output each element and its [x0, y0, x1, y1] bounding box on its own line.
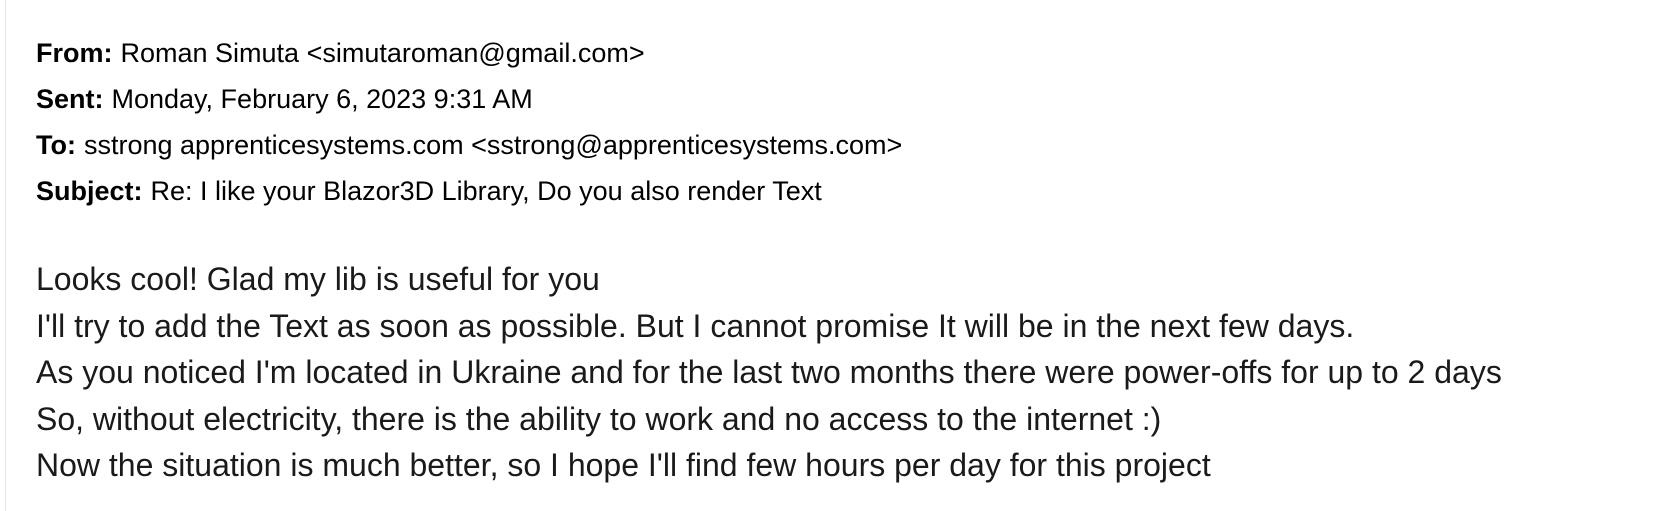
- email-body: Looks cool! Glad my lib is useful for yo…: [36, 256, 1656, 489]
- sent-header: Sent: Monday, February 6, 2023 9:31 AM: [36, 76, 1436, 122]
- from-value: Roman Simuta <simutaroman@gmail.com>: [120, 38, 645, 68]
- email-headers: From: Roman Simuta <simutaroman@gmail.com…: [36, 30, 1436, 214]
- body-line: Now the situation is much better, so I h…: [36, 447, 1211, 483]
- subject-value: Re: I like your Blazor3D Library, Do you…: [150, 176, 822, 206]
- body-line: As you noticed I'm located in Ukraine an…: [36, 354, 1502, 390]
- body-line: Looks cool! Glad my lib is useful for yo…: [36, 261, 600, 297]
- subject-header: Subject: Re: I like your Blazor3D Library…: [36, 168, 1436, 214]
- sent-value: Monday, February 6, 2023 9:31 AM: [111, 84, 533, 114]
- email-message: From: Roman Simuta <simutaroman@gmail.com…: [5, 0, 1665, 511]
- from-label: From:: [36, 38, 113, 68]
- to-value: sstrong apprenticesystems.com <sstrong@a…: [83, 130, 903, 160]
- body-line: So, without electricity, there is the ab…: [36, 400, 1162, 437]
- sent-label: Sent:: [36, 84, 104, 114]
- subject-label: Subject:: [36, 176, 143, 206]
- from-header: From: Roman Simuta <simutaroman@gmail.com…: [36, 30, 1436, 76]
- body-line: I'll try to add the Text as soon as poss…: [36, 307, 1355, 344]
- to-header: To: sstrong apprenticesystems.com <sstron…: [36, 122, 1436, 168]
- to-label: To:: [36, 130, 76, 160]
